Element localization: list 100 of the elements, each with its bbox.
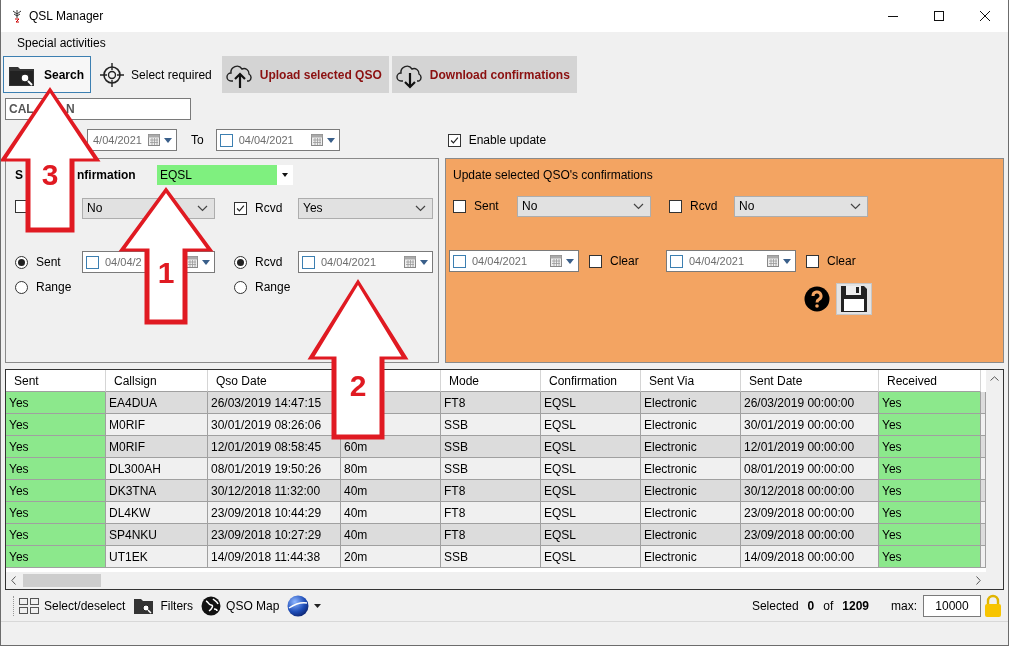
checkbox[interactable]	[589, 254, 602, 268]
help-icon[interactable]	[804, 286, 830, 312]
table-cell: 26/03/2019 00:00:00	[744, 396, 855, 410]
table-cell: 30/12/2018 00:00:00	[744, 484, 855, 498]
table-cell: FT8	[444, 484, 466, 498]
checkbox[interactable]	[302, 255, 315, 269]
table-cell: EQSL	[544, 528, 576, 542]
table-cell: Yes	[6, 480, 106, 502]
table-cell: UT1EK	[109, 550, 148, 564]
caret-icon	[420, 259, 428, 265]
radio-label: Sent	[36, 255, 61, 269]
column-header[interactable]: Received	[887, 374, 938, 388]
checkbox[interactable]	[806, 254, 819, 268]
earth-dropdown-button[interactable]	[287, 595, 324, 617]
dropdown[interactable]: No	[517, 195, 651, 217]
checkbox[interactable]	[86, 255, 99, 269]
date-field[interactable]: 04/04/2021	[449, 250, 579, 272]
table-cell: EQSL	[544, 506, 576, 520]
of-label: of	[823, 599, 834, 613]
table-cell: EQSL	[544, 484, 576, 498]
checkbox[interactable]	[453, 199, 466, 213]
annotation-number: 3	[41, 158, 59, 191]
table-row[interactable]: Yes M0RIF 30/01/2019 08:26:06 SSB EQSL Electronic 30/01/2019 00:00:00 Yes	[6, 414, 986, 436]
table-cell: Yes	[6, 546, 106, 568]
date-field[interactable]: 04/04/2021	[298, 251, 433, 273]
table-cell: Yes	[879, 524, 981, 546]
dropdown[interactable]: No	[734, 195, 868, 217]
checkbox[interactable]	[453, 254, 466, 268]
status-tool-button[interactable]: QSO Map	[201, 596, 280, 616]
confirmation-dropdown[interactable]: EQSL	[157, 165, 293, 185]
date-field[interactable]: 04/04/2021	[666, 250, 796, 272]
table-row[interactable]: Yes UT1EK 14/09/2018 11:44:38 20m SSB EQSL Electronic 14/09/2018 00:00:00 Yes	[6, 546, 986, 568]
status-tool-button[interactable]: Select/deselect	[19, 598, 126, 614]
radio-button[interactable]	[15, 255, 28, 269]
column-header[interactable]: Qso Date	[216, 374, 267, 388]
table-row[interactable]: Yes DL4KW 23/09/2018 10:44:29 40m FT8 EQSL Electronic 23/09/2018 00:00:00 Yes	[6, 502, 986, 524]
calendar-icon	[310, 134, 323, 146]
table-cell: FT8	[444, 396, 466, 410]
table-cell: Electronic	[644, 550, 697, 564]
toolbar-button[interactable]: Select required	[94, 56, 219, 93]
radio-button[interactable]	[234, 255, 247, 269]
column-header[interactable]	[385, 370, 441, 392]
table-cell: M0RIF	[109, 440, 145, 454]
table-cell: EQSL	[544, 462, 576, 476]
table-cell: 30/12/2018 11:32:00	[211, 484, 321, 498]
toolbar-button[interactable]: Download confirmations	[391, 56, 577, 93]
scroll-right-icon	[976, 576, 981, 585]
checkbox[interactable]	[447, 133, 461, 147]
table-cell: Electronic	[644, 396, 697, 410]
column-header[interactable]: Mode	[449, 374, 480, 388]
table-cell: SP4NKU	[109, 528, 158, 542]
window-title: QSL Manager	[29, 9, 104, 23]
horizontal-scrollbar[interactable]	[6, 572, 986, 589]
radio-button[interactable]	[15, 280, 28, 294]
grid-icon	[19, 598, 39, 614]
table-cell: Electronic	[644, 506, 697, 520]
table-cell: SSB	[444, 418, 468, 432]
table-cell: Electronic	[644, 462, 697, 476]
checkbox[interactable]	[669, 199, 682, 213]
checkbox[interactable]	[234, 201, 247, 215]
column-header[interactable]: Sent Date	[749, 374, 803, 388]
earth-icon	[287, 595, 324, 617]
table-cell: Yes	[879, 436, 981, 458]
column-header[interactable]: Sent Via	[649, 374, 695, 388]
max-label: max:	[891, 599, 917, 613]
max-field[interactable]: 10000	[923, 595, 981, 617]
status-tool-button[interactable]: Filters	[133, 597, 194, 615]
checkbox[interactable]	[670, 254, 683, 268]
table-cell: Yes	[879, 480, 981, 502]
chevron-icon	[633, 202, 644, 210]
table-cell: 40m	[344, 506, 368, 520]
column-header[interactable]: Callsign	[114, 374, 157, 388]
toolbar-button[interactable]: Upload selected QSO	[221, 56, 389, 93]
date-field[interactable]: 4/04/2021	[87, 129, 177, 151]
save-button[interactable]	[836, 283, 872, 315]
table-row[interactable]: Yes DK3TNA 30/12/2018 11:32:00 40m FT8 EQSL Electronic 30/12/2018 00:00:00 Yes	[6, 480, 986, 502]
menu-item[interactable]: Special activities	[17, 36, 106, 50]
table-cell: Yes	[879, 502, 981, 524]
table-cell: 23/09/2018 00:00:00	[744, 506, 855, 520]
folder-search-icon	[133, 597, 156, 615]
table-row[interactable]: Yes M0RIF 12/01/2019 08:58:45 60m SSB EQSL Electronic 12/01/2019 00:00:00 Yes	[6, 436, 986, 458]
table-row[interactable]: Yes DL300AH 08/01/2019 19:50:26 80m SSB EQSL Electronic 08/01/2019 00:00:00 Yes	[6, 458, 986, 480]
toolbar-button[interactable]: Search	[3, 56, 92, 93]
column-header[interactable]: Sent	[14, 374, 39, 388]
table-cell: SSB	[444, 462, 468, 476]
scrollbar-thumb[interactable]	[23, 574, 101, 587]
table-cell: Yes	[879, 546, 981, 568]
column-header[interactable]: Confirmation	[549, 374, 618, 388]
table-cell: Yes	[879, 458, 981, 480]
table-cell: EQSL	[544, 418, 576, 432]
checkbox[interactable]	[219, 133, 233, 147]
vertical-scrollbar[interactable]	[986, 370, 1003, 589]
radio-button[interactable]	[234, 280, 247, 294]
dropdown[interactable]: Yes	[298, 197, 433, 219]
table-cell: 40m	[344, 528, 368, 542]
table-cell: 08/01/2019 19:50:26	[211, 462, 322, 476]
checkbox-label: Enable update	[468, 133, 547, 147]
table-row[interactable]: Yes SP4NKU 23/09/2018 10:27:29 40m FT8 EQSL Electronic 23/09/2018 00:00:00 Yes	[6, 524, 986, 546]
calendar-icon	[404, 256, 416, 268]
date-field[interactable]: 04/04/2021	[215, 129, 340, 151]
